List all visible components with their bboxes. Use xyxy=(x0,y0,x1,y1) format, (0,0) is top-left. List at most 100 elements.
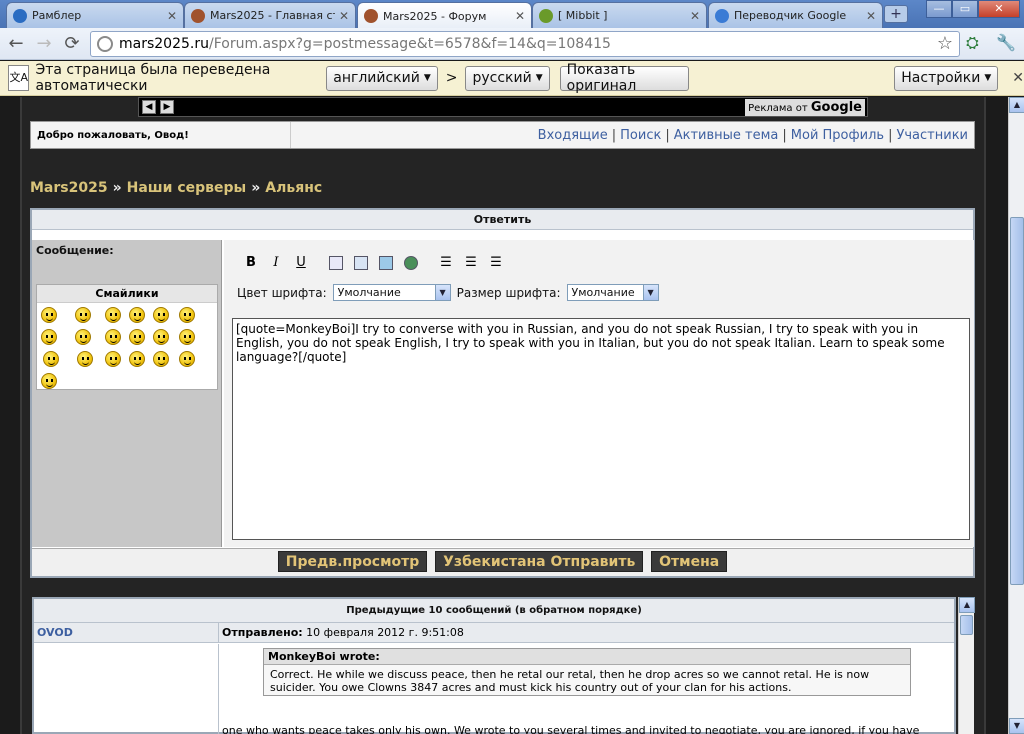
italic-button[interactable]: I xyxy=(267,254,285,272)
smiley-icon[interactable] xyxy=(179,307,195,323)
tab-rambler[interactable]: Рамблер ✕ xyxy=(6,2,184,28)
smiley-icon[interactable] xyxy=(129,329,145,345)
code-icon[interactable] xyxy=(352,254,370,272)
smiley-icon[interactable] xyxy=(105,329,121,345)
tab-mars-forum[interactable]: Mars2025 - Форум ✕ xyxy=(357,2,532,29)
smiley-icon[interactable] xyxy=(105,351,121,367)
image-icon[interactable] xyxy=(377,254,395,272)
smiley-icon[interactable] xyxy=(43,351,59,367)
scroll-down-button[interactable]: ▼ xyxy=(1009,718,1024,734)
cancel-button[interactable]: Отмена xyxy=(651,551,728,572)
smiley-icon[interactable] xyxy=(179,329,195,345)
smiley-icon[interactable] xyxy=(153,307,169,323)
close-window-button[interactable]: ✕ xyxy=(978,0,1020,18)
smiley-icon[interactable] xyxy=(129,307,145,323)
smiley-icon[interactable] xyxy=(75,329,91,345)
maximize-button[interactable]: ▭ xyxy=(952,0,978,18)
nav-link-members[interactable]: Участники xyxy=(896,128,968,143)
bold-button[interactable]: B xyxy=(242,254,260,272)
scroll-up-button[interactable]: ▲ xyxy=(959,597,975,613)
underline-button[interactable]: U xyxy=(292,254,310,272)
show-original-button[interactable]: Показать оригинал xyxy=(559,62,690,94)
link-globe-icon[interactable] xyxy=(402,254,420,272)
chevron-down-icon: ▼ xyxy=(642,285,658,300)
translate-page-icon[interactable]: ⛭ xyxy=(966,33,979,53)
tab-mibbit[interactable]: [ Mibbit ] ✕ xyxy=(532,2,707,28)
chevron-down-icon: ▼ xyxy=(434,285,450,300)
reply-header: Ответить xyxy=(32,210,973,230)
ad-bar: ◀ ▶ Реклама от Google xyxy=(138,97,868,117)
ad-prev-button[interactable]: ◀ xyxy=(142,100,156,114)
tab-title: Mars2025 - Форум xyxy=(383,9,487,23)
mars-favicon-icon xyxy=(191,8,205,23)
previous-messages-scrollbar[interactable]: ▲ xyxy=(958,597,975,734)
translated-message: Эта страница была переведена автоматичес… xyxy=(35,62,271,94)
smiley-icon[interactable] xyxy=(153,351,169,367)
smiley-icon[interactable] xyxy=(153,329,169,345)
close-tab-icon[interactable]: ✕ xyxy=(167,9,177,23)
smiley-icon[interactable] xyxy=(77,351,93,367)
minimize-button[interactable]: — xyxy=(926,0,952,18)
align-center-icon[interactable]: ☰ xyxy=(462,254,480,272)
quote-block: MonkeyBoi wrote: Correct. He while we di… xyxy=(263,648,911,696)
reload-button[interactable]: ⟳ xyxy=(60,33,84,55)
welcome-bar: Добро пожаловать, Овод! Входящие | Поиск | А… xyxy=(30,121,975,149)
align-right-icon[interactable]: ☰ xyxy=(487,254,505,272)
close-tab-icon[interactable]: ✕ xyxy=(866,9,876,23)
new-tab-button[interactable]: + xyxy=(884,5,908,23)
font-color-select[interactable]: Умолчание ▼ xyxy=(332,284,451,301)
breadcrumb-item-alliance[interactable]: Альянс xyxy=(265,180,322,196)
smiley-icon[interactable] xyxy=(129,351,145,367)
smiley-icon[interactable] xyxy=(41,329,57,345)
nav-link-search[interactable]: Поиск xyxy=(620,128,661,143)
bookmark-star-icon[interactable]: ☆ xyxy=(937,33,953,54)
smiley-icon[interactable] xyxy=(41,373,57,389)
target-language-select[interactable]: русский ▼ xyxy=(465,65,550,91)
globe-icon xyxy=(97,36,113,52)
smiley-icon[interactable] xyxy=(75,307,91,323)
tab-google-translate[interactable]: Переводчик Google ✕ xyxy=(708,2,883,28)
url-path: /Forum.aspx?g=postmessage&t=6578&f=14&q=… xyxy=(208,36,611,52)
ad-next-button[interactable]: ▶ xyxy=(160,100,174,114)
message-author[interactable]: OVOD xyxy=(37,626,73,639)
nav-separator: | xyxy=(611,127,617,143)
wrench-icon[interactable]: 🔧 xyxy=(996,33,1016,52)
smiley-icon[interactable] xyxy=(41,307,57,323)
submit-button[interactable]: Узбекистана Отправить xyxy=(435,551,644,572)
nav-link-inbox[interactable]: Входящие xyxy=(538,128,608,143)
nav-link-active-topics[interactable]: Активные тема xyxy=(674,128,779,143)
close-infobar-icon[interactable]: ✕ xyxy=(1012,70,1024,86)
translate-settings-button[interactable]: Настройки ▼ xyxy=(894,65,999,91)
font-options-row: Цвет шрифта: Умолчание ▼ Размер шрифта: У… xyxy=(237,284,665,301)
message-text: one who wants peace takes only his own. … xyxy=(222,724,920,734)
nav-link-my-profile[interactable]: Мой Профиль xyxy=(791,128,884,143)
align-left-icon[interactable]: ☰ xyxy=(437,254,455,272)
forward-button[interactable]: → xyxy=(32,33,56,55)
quote-icon[interactable] xyxy=(327,254,345,272)
smiley-icon[interactable] xyxy=(179,351,195,367)
message-textarea[interactable]: [quote=MonkeyBoi]I try to converse with … xyxy=(232,318,970,540)
font-size-select[interactable]: Умолчание ▼ xyxy=(566,284,659,301)
smiley-icon[interactable] xyxy=(105,307,121,323)
page-scrollbar[interactable]: ▲ ▼ xyxy=(1008,97,1024,734)
close-tab-icon[interactable]: ✕ xyxy=(690,9,700,23)
back-button[interactable]: ← xyxy=(4,33,28,55)
close-tab-icon[interactable]: ✕ xyxy=(339,9,349,23)
column-divider xyxy=(218,623,219,643)
ad-label-prefix: Реклама от xyxy=(748,103,808,114)
breadcrumb-item-servers[interactable]: Наши серверы xyxy=(127,180,247,196)
scroll-thumb[interactable] xyxy=(960,615,973,635)
scroll-thumb[interactable] xyxy=(1010,217,1024,585)
source-language-select[interactable]: английский ▼ xyxy=(326,65,438,91)
breadcrumb-item-home[interactable]: Mars2025 xyxy=(30,180,108,196)
scroll-up-button[interactable]: ▲ xyxy=(1009,97,1024,113)
ads-by-google-link[interactable]: Реклама от Google xyxy=(745,99,865,116)
preview-button[interactable]: Предв.просмотр xyxy=(277,551,428,572)
source-language-label: английский xyxy=(333,70,420,86)
close-tab-icon[interactable]: ✕ xyxy=(515,9,525,23)
address-bar[interactable]: mars2025.ru/Forum.aspx?g=postmessage&t=6… xyxy=(90,31,960,57)
tab-strip: Рамблер ✕ Mars2025 - Главная стра ✕ Mars… xyxy=(0,0,1024,29)
column-divider xyxy=(218,644,219,734)
font-size-label: Размер шрифта: xyxy=(456,285,561,300)
tab-mars-main[interactable]: Mars2025 - Главная стра ✕ xyxy=(184,2,356,28)
